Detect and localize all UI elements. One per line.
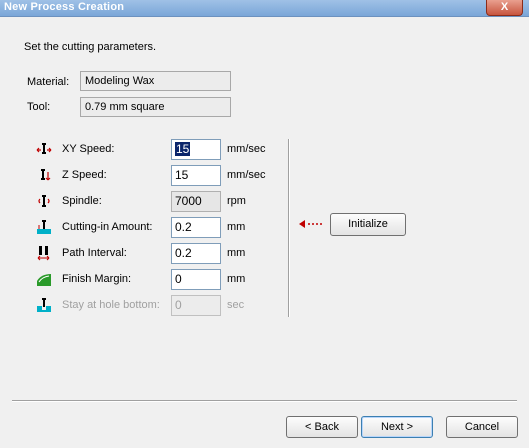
cutting-in-icon: [37, 220, 51, 234]
path-interval-icon: [37, 246, 50, 261]
xy-speed-label: XY Speed:: [62, 143, 115, 155]
finish-margin-label: Finish Margin:: [62, 273, 132, 285]
dialog-body: Set the cutting parameters. Material: Mo…: [0, 17, 529, 448]
arrow-left-icon: [299, 220, 322, 228]
material-value: Modeling Wax: [80, 71, 231, 91]
finish-margin-icon: [37, 274, 51, 286]
xy-speed-icon: [36, 143, 52, 154]
back-button[interactable]: < Back: [286, 416, 358, 438]
cancel-button[interactable]: Cancel: [446, 416, 518, 438]
cutting-in-unit: mm: [227, 221, 246, 233]
cutting-in-input[interactable]: 0.2: [171, 217, 221, 238]
material-label: Material:: [27, 76, 70, 88]
horizontal-divider: [12, 400, 517, 402]
next-button[interactable]: Next >: [361, 416, 433, 438]
xy-speed-unit: mm/sec: [227, 143, 266, 155]
close-button[interactable]: X: [486, 0, 523, 16]
spindle-label: Spindle:: [62, 195, 102, 207]
instruction-text: Set the cutting parameters.: [24, 41, 157, 53]
title-bar: New Process Creation X: [0, 0, 529, 17]
spindle-unit: rpm: [227, 195, 246, 207]
xy-speed-input[interactable]: 15: [171, 139, 221, 160]
window-title: New Process Creation: [4, 1, 125, 13]
xy-speed-value: 15: [175, 142, 191, 156]
stay-hole-unit: sec: [227, 299, 245, 311]
path-interval-label: Path Interval:: [62, 247, 127, 259]
stay-hole-input: 0: [171, 295, 221, 316]
spindle-value: 7000: [171, 191, 221, 212]
z-speed-icon: [41, 169, 51, 181]
z-speed-unit: mm/sec: [227, 169, 266, 181]
stay-hole-icon: [37, 298, 51, 312]
spindle-icon: [38, 195, 50, 207]
z-speed-input[interactable]: 15: [171, 165, 221, 186]
z-speed-label: Z Speed:: [62, 169, 107, 181]
stay-hole-label: Stay at hole bottom:: [62, 299, 160, 311]
finish-margin-unit: mm: [227, 273, 246, 285]
tool-value: 0.79 mm square: [80, 97, 231, 117]
vertical-divider: [288, 139, 290, 317]
finish-margin-input[interactable]: 0: [171, 269, 221, 290]
tool-label: Tool:: [27, 101, 51, 113]
initialize-button[interactable]: Initialize: [330, 213, 406, 236]
path-interval-unit: mm: [227, 247, 246, 259]
cutting-in-label: Cutting-in Amount:: [62, 221, 153, 233]
path-interval-input[interactable]: 0.2: [171, 243, 221, 264]
